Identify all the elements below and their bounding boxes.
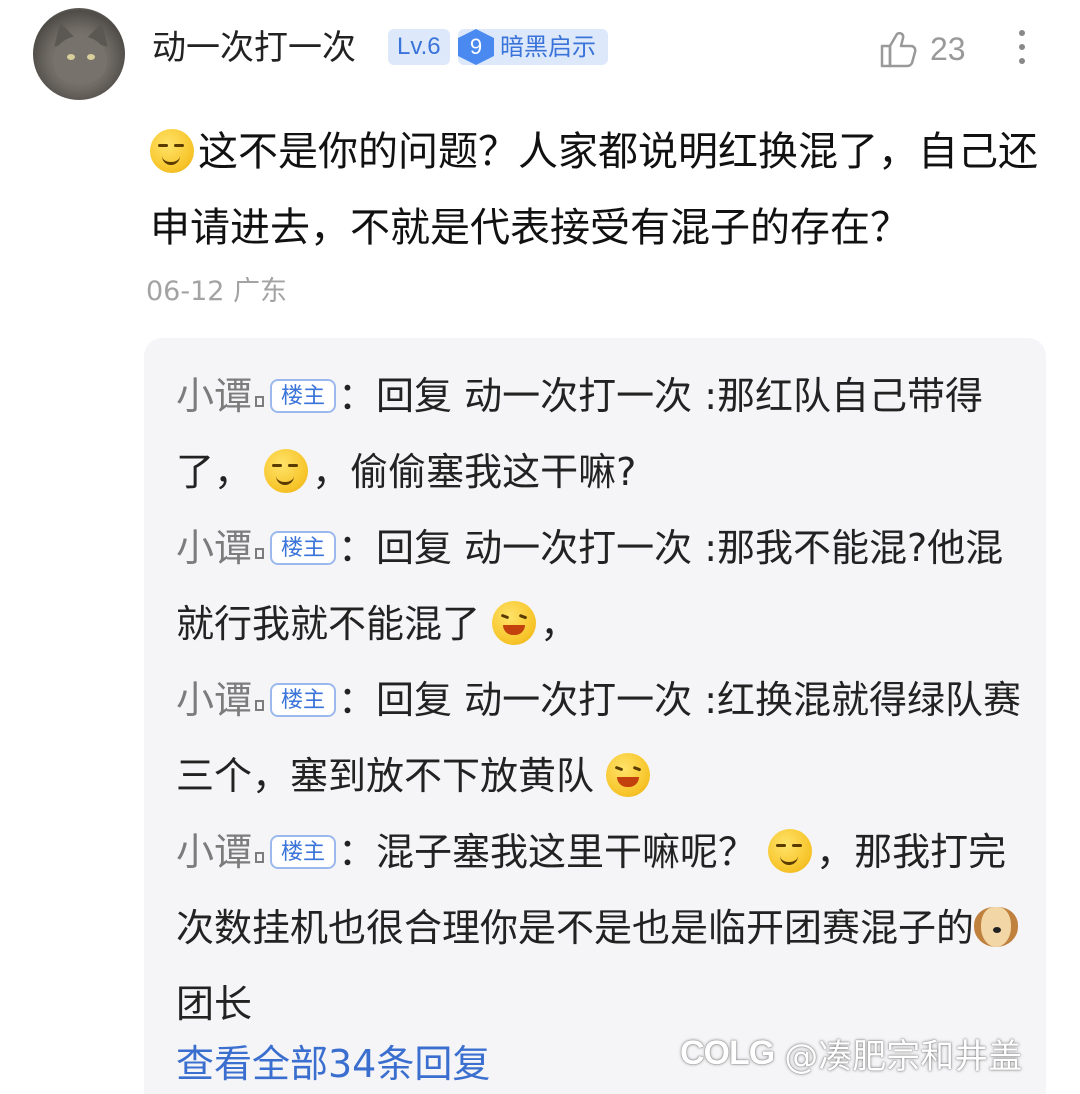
user-avatar[interactable] (33, 8, 125, 100)
owner-tag: 楼主 (270, 531, 337, 565)
replies-section: 小谭 楼主 ：回复 动一次打一次 :那红队自己带得了， ，偷偷塞我这干嘛? 小谭 楼主… (144, 338, 1046, 1094)
laugh-emoji-icon (606, 753, 651, 797)
author-suffix-icon (255, 700, 265, 711)
reply-text-tail: ， (540, 602, 579, 646)
avatar-cat-face (53, 36, 107, 84)
reply-author[interactable]: 小谭 (176, 526, 265, 570)
colg-logo: COLG (680, 1033, 775, 1072)
comment-meta: 06-12 广东 (146, 272, 287, 312)
rank-title: 暗黑启示 (500, 33, 596, 61)
reply-colon: ： (338, 374, 377, 418)
reply-author[interactable]: 小谭 (176, 830, 265, 874)
avatar-cat-eye-left (67, 54, 75, 60)
smirk-emoji-icon (768, 829, 813, 873)
reply-text-tail: 团长 (176, 982, 253, 1026)
reply-colon: ： (338, 526, 377, 570)
avatar-cat-eye-right (87, 54, 95, 60)
author-suffix-icon (255, 852, 265, 863)
level-badge: Lv.6 (388, 29, 450, 65)
laugh-emoji-icon (492, 601, 537, 645)
rank-badge: 9 暗黑启示 (458, 29, 608, 65)
reply-text-tail: ，偷偷塞我这干嘛? (312, 450, 637, 494)
view-all-replies-link[interactable]: 查看全部34条回复 (176, 1034, 490, 1094)
comment-author-name[interactable]: 动一次打一次 (152, 24, 356, 72)
owner-tag: 楼主 (270, 379, 337, 413)
rank-number-icon: 9 (458, 29, 494, 65)
watermark-text: @凑肥宗和井盖 (784, 1036, 1023, 1077)
reply-colon: ： (338, 678, 377, 722)
comment-location: 广东 (233, 276, 288, 307)
comment-text: 这不是你的问题？人家都说明红换混了，自己还申请进去，不就是代表接受有混子的存在？ (150, 129, 1038, 251)
thumbs-up-icon[interactable] (878, 28, 920, 70)
smirk-emoji-icon (264, 449, 309, 493)
smirk-emoji-icon (150, 129, 194, 173)
comment-date: 06-12 (146, 276, 225, 307)
more-options-icon[interactable] (1012, 30, 1032, 72)
comment-body: 这不是你的问题？人家都说明红换混了，自己还申请进去，不就是代表接受有混子的存在？ (150, 114, 1050, 266)
reply-item[interactable]: 小谭 楼主 ：混子塞我这里干嘛呢？ ，那我打完次数挂机也很合理你是不是也是临开团赛混… (176, 814, 1026, 1042)
like-count: 23 (930, 31, 966, 67)
reply-author[interactable]: 小谭 (176, 374, 265, 418)
reply-author[interactable]: 小谭 (176, 678, 265, 722)
owner-tag: 楼主 (270, 683, 337, 717)
owner-tag: 楼主 (270, 835, 337, 869)
author-suffix-icon (255, 396, 265, 407)
reply-colon: ： (338, 830, 377, 874)
reply-text: 混子塞我这里干嘛呢？ (376, 830, 757, 874)
author-suffix-icon (255, 548, 265, 559)
reply-item[interactable]: 小谭 楼主 ：回复 动一次打一次 :红换混就得绿队赛三个，塞到放不下放黄队 (176, 662, 1026, 814)
reply-item[interactable]: 小谭 楼主 ：回复 动一次打一次 :那红队自己带得了， ，偷偷塞我这干嘛? (176, 358, 1026, 510)
reply-item[interactable]: 小谭 楼主 ：回复 动一次打一次 :那我不能混?他混就行我就不能混了 ， (176, 510, 1026, 662)
watermark: COLG @凑肥宗和井盖 (680, 1028, 1022, 1078)
dog-emoji-icon (974, 907, 1019, 947)
